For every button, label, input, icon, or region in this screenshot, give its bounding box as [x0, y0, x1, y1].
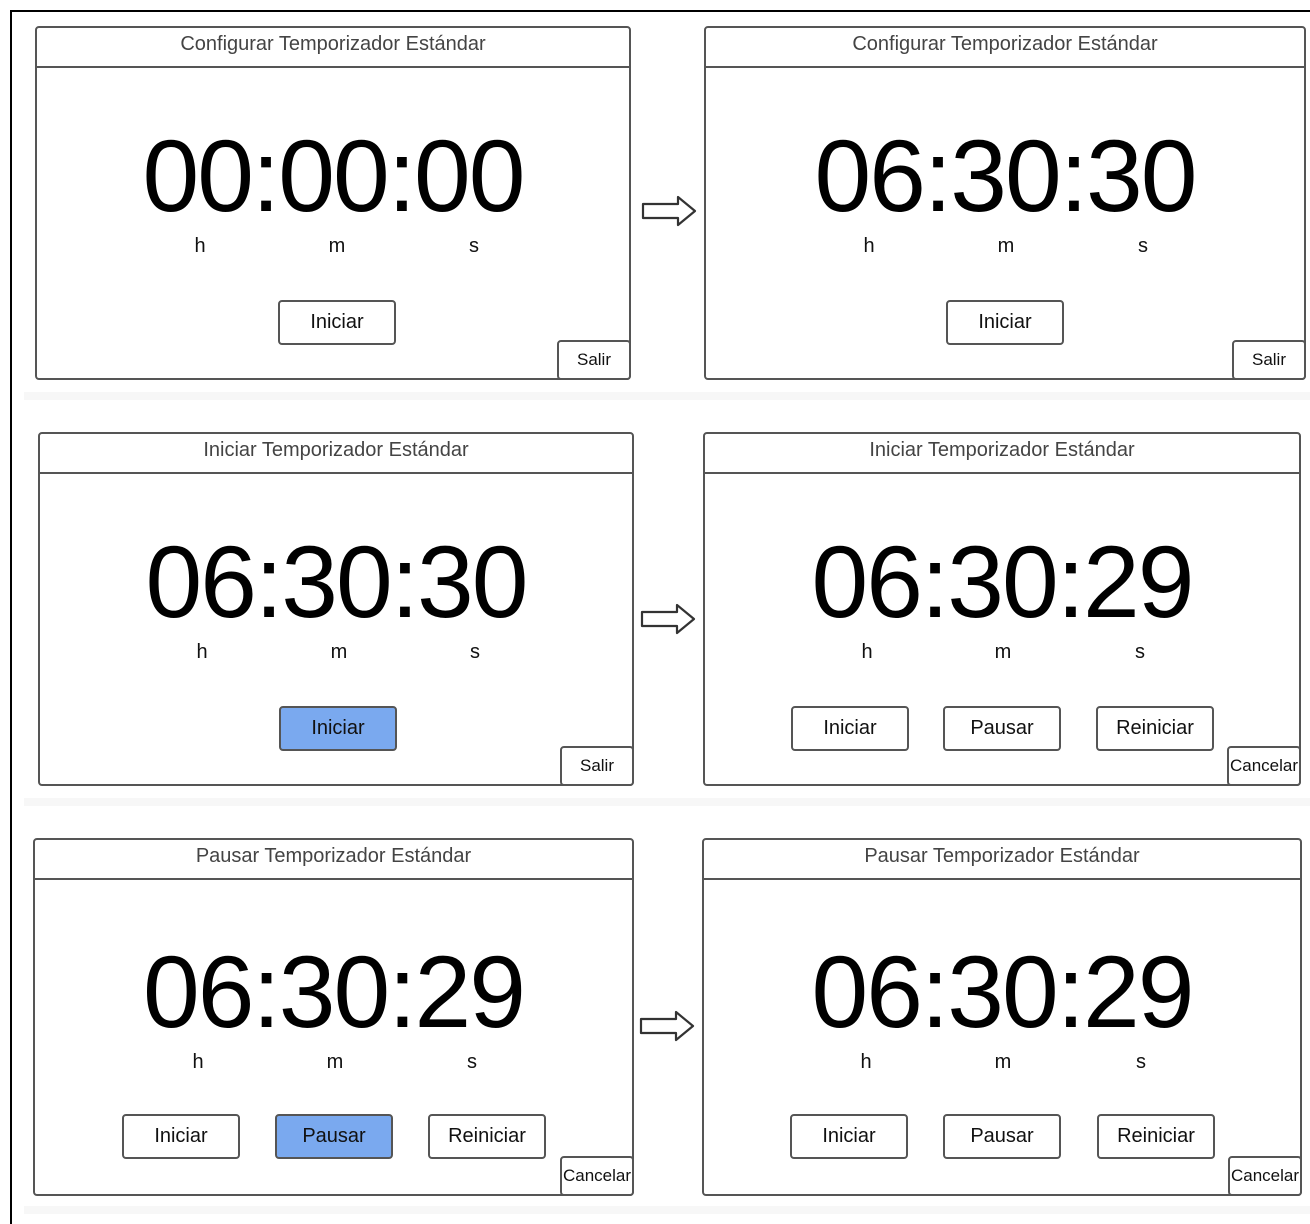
reset-button[interactable]: Reiniciar	[1096, 706, 1214, 751]
timer-panel-running: Iniciar Temporizador Estándar 06:30:29 h…	[703, 432, 1301, 786]
unit-minutes-label: m	[326, 1051, 344, 1073]
timer-display: 06:30:29	[811, 935, 1194, 1049]
unit-seconds-label: s	[470, 641, 480, 663]
timer-display: 06:30:29	[142, 935, 526, 1049]
unit-hours-label: h	[863, 235, 875, 257]
timer-panel-config-set: Configurar Temporizador Estándar 06:30:3…	[704, 26, 1306, 380]
start-button[interactable]: Iniciar	[946, 300, 1064, 345]
unit-minutes-label: m	[994, 1051, 1012, 1073]
row-separator	[24, 798, 1310, 806]
unit-seconds-label: s	[1138, 235, 1148, 257]
frame-border-left	[10, 10, 12, 1224]
unit-hours-label: h	[860, 1051, 872, 1073]
pause-button[interactable]: Pausar	[943, 1114, 1061, 1159]
frame-border-top	[10, 10, 1310, 12]
timer-panel-config-empty: Configurar Temporizador Estándar 00:00:0…	[35, 26, 631, 380]
row-separator	[24, 1206, 1310, 1214]
panel-title: Pausar Temporizador Estándar	[35, 840, 632, 880]
panel-title: Configurar Temporizador Estándar	[37, 28, 629, 68]
unit-minutes-label: m	[328, 235, 346, 257]
timer-panel-pause-pressed: Pausar Temporizador Estándar 06:30:29 h …	[33, 838, 634, 1196]
start-button[interactable]: Iniciar	[790, 1114, 908, 1159]
exit-button[interactable]: Salir	[557, 340, 631, 380]
panel-title: Pausar Temporizador Estándar	[704, 840, 1300, 880]
unit-hours-label: h	[861, 641, 873, 663]
right-arrow-icon	[639, 1010, 695, 1042]
unit-minutes-label: m	[997, 235, 1015, 257]
unit-seconds-label: s	[469, 235, 479, 257]
pause-button[interactable]: Pausar	[943, 706, 1061, 751]
panel-title: Iniciar Temporizador Estándar	[705, 434, 1299, 474]
start-button[interactable]: Iniciar	[278, 300, 396, 345]
unit-minutes-label: m	[330, 641, 348, 663]
right-arrow-icon	[640, 603, 696, 635]
start-button[interactable]: Iniciar	[791, 706, 909, 751]
unit-seconds-label: s	[1135, 641, 1145, 663]
timer-display: 06:30:30	[145, 525, 528, 639]
pause-button[interactable]: Pausar	[275, 1114, 393, 1159]
timer-panel-start-pressed: Iniciar Temporizador Estándar 06:30:30 h…	[38, 432, 634, 786]
reset-button[interactable]: Reiniciar	[428, 1114, 546, 1159]
unit-hours-label: h	[194, 235, 206, 257]
exit-button[interactable]: Salir	[1232, 340, 1306, 380]
unit-seconds-label: s	[467, 1051, 477, 1073]
timer-display: 06:30:29	[811, 525, 1194, 639]
unit-seconds-label: s	[1136, 1051, 1146, 1073]
cancel-button[interactable]: Cancelar	[1227, 746, 1301, 786]
unit-hours-label: h	[192, 1051, 204, 1073]
exit-button[interactable]: Salir	[560, 746, 634, 786]
unit-hours-label: h	[196, 641, 208, 663]
panel-title: Configurar Temporizador Estándar	[706, 28, 1304, 68]
right-arrow-icon	[641, 195, 697, 227]
timer-display: 00:00:00	[142, 119, 525, 233]
timer-display: 06:30:30	[814, 119, 1197, 233]
row-separator	[24, 392, 1310, 400]
cancel-button[interactable]: Cancelar	[1228, 1156, 1302, 1196]
start-button[interactable]: Iniciar	[122, 1114, 240, 1159]
panel-title: Iniciar Temporizador Estándar	[40, 434, 632, 474]
timer-panel-paused: Pausar Temporizador Estándar 06:30:29 h …	[702, 838, 1302, 1196]
start-button[interactable]: Iniciar	[279, 706, 397, 751]
cancel-button[interactable]: Cancelar	[560, 1156, 634, 1196]
unit-minutes-label: m	[994, 641, 1012, 663]
reset-button[interactable]: Reiniciar	[1097, 1114, 1215, 1159]
